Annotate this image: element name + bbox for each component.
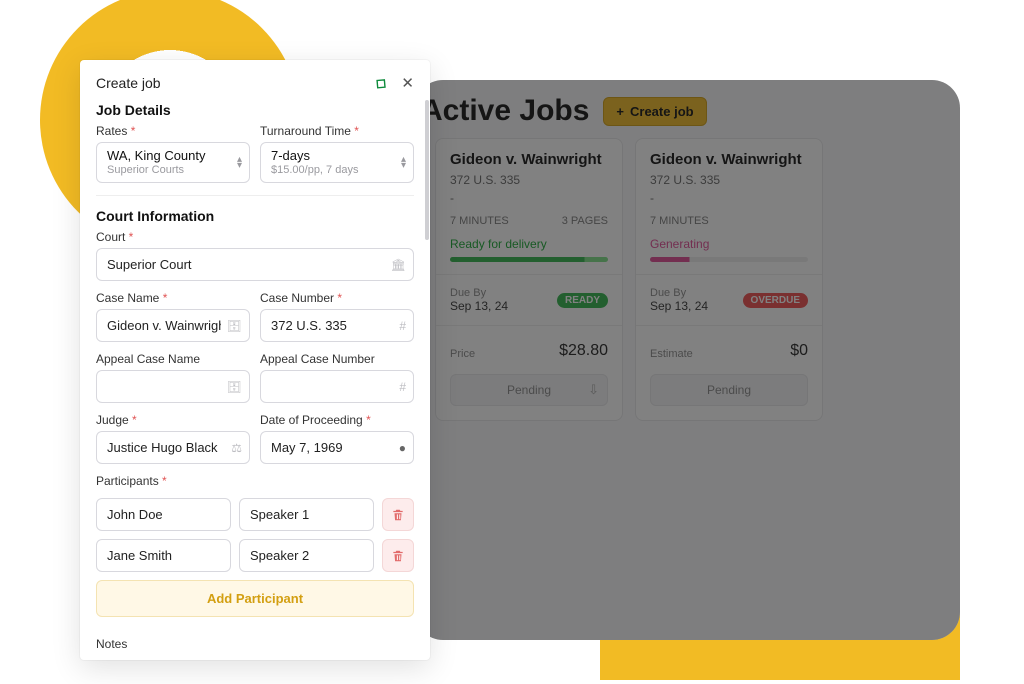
appeal-number-label: Appeal Case Number xyxy=(260,352,414,366)
gavel-icon: ⚖ xyxy=(231,441,242,455)
case-number-input[interactable] xyxy=(260,309,414,342)
hash-icon: # xyxy=(399,319,406,333)
participant-name-input[interactable] xyxy=(96,539,231,572)
judge-label: Judge xyxy=(96,413,250,427)
close-icon[interactable]: ✕ xyxy=(401,74,414,92)
briefcase-icon: 🗄 xyxy=(227,380,242,394)
building-icon: 🏛 xyxy=(391,258,406,272)
section-job-details: Job Details xyxy=(96,102,414,118)
date-label: Date of Proceeding xyxy=(260,413,414,427)
appeal-name-label: Appeal Case Name xyxy=(96,352,250,366)
modal-backdrop xyxy=(415,80,960,640)
briefcase-icon: 🗄 xyxy=(227,319,242,333)
participants-label: Participants xyxy=(96,474,414,488)
dialog-title: Create job xyxy=(96,75,161,91)
judge-input[interactable] xyxy=(96,431,250,464)
scrollbar[interactable] xyxy=(424,60,430,660)
rates-select[interactable]: WA, King County Superior Courts xyxy=(96,142,250,183)
notes-label: Notes xyxy=(96,637,414,651)
trash-icon xyxy=(391,549,405,563)
case-number-label: Case Number xyxy=(260,291,414,305)
participant-name-input[interactable] xyxy=(96,498,231,531)
participant-row xyxy=(96,539,414,572)
appeal-number-input[interactable] xyxy=(260,370,414,403)
chevron-updown-icon: ▴▾ xyxy=(237,157,242,169)
rates-label: Rates xyxy=(96,124,250,138)
court-input[interactable] xyxy=(96,248,414,281)
circle-icon: ● xyxy=(399,441,406,455)
hash-icon: # xyxy=(399,380,406,394)
section-court-info: Court Information xyxy=(96,208,414,224)
participant-row xyxy=(96,498,414,531)
case-name-label: Case Name xyxy=(96,291,250,305)
court-label: Court xyxy=(96,230,414,244)
participant-role-input[interactable] xyxy=(239,539,374,572)
turnaround-label: Turnaround Time xyxy=(260,124,414,138)
turnaround-select[interactable]: 7-days $15.00/pp, 7 days xyxy=(260,142,414,183)
date-input[interactable] xyxy=(260,431,414,464)
create-job-dialog: Create job ◇ ✕ Job Details Rates WA, Kin… xyxy=(80,60,430,660)
jobs-panel: Active Jobs + Create job Gideon v. Wainw… xyxy=(415,80,960,640)
eraser-icon[interactable]: ◇ xyxy=(371,72,391,93)
delete-participant-button[interactable] xyxy=(382,539,414,572)
participant-role-input[interactable] xyxy=(239,498,374,531)
chevron-updown-icon: ▴▾ xyxy=(401,157,406,169)
delete-participant-button[interactable] xyxy=(382,498,414,531)
trash-icon xyxy=(391,508,405,522)
add-participant-button[interactable]: Add Participant xyxy=(96,580,414,617)
